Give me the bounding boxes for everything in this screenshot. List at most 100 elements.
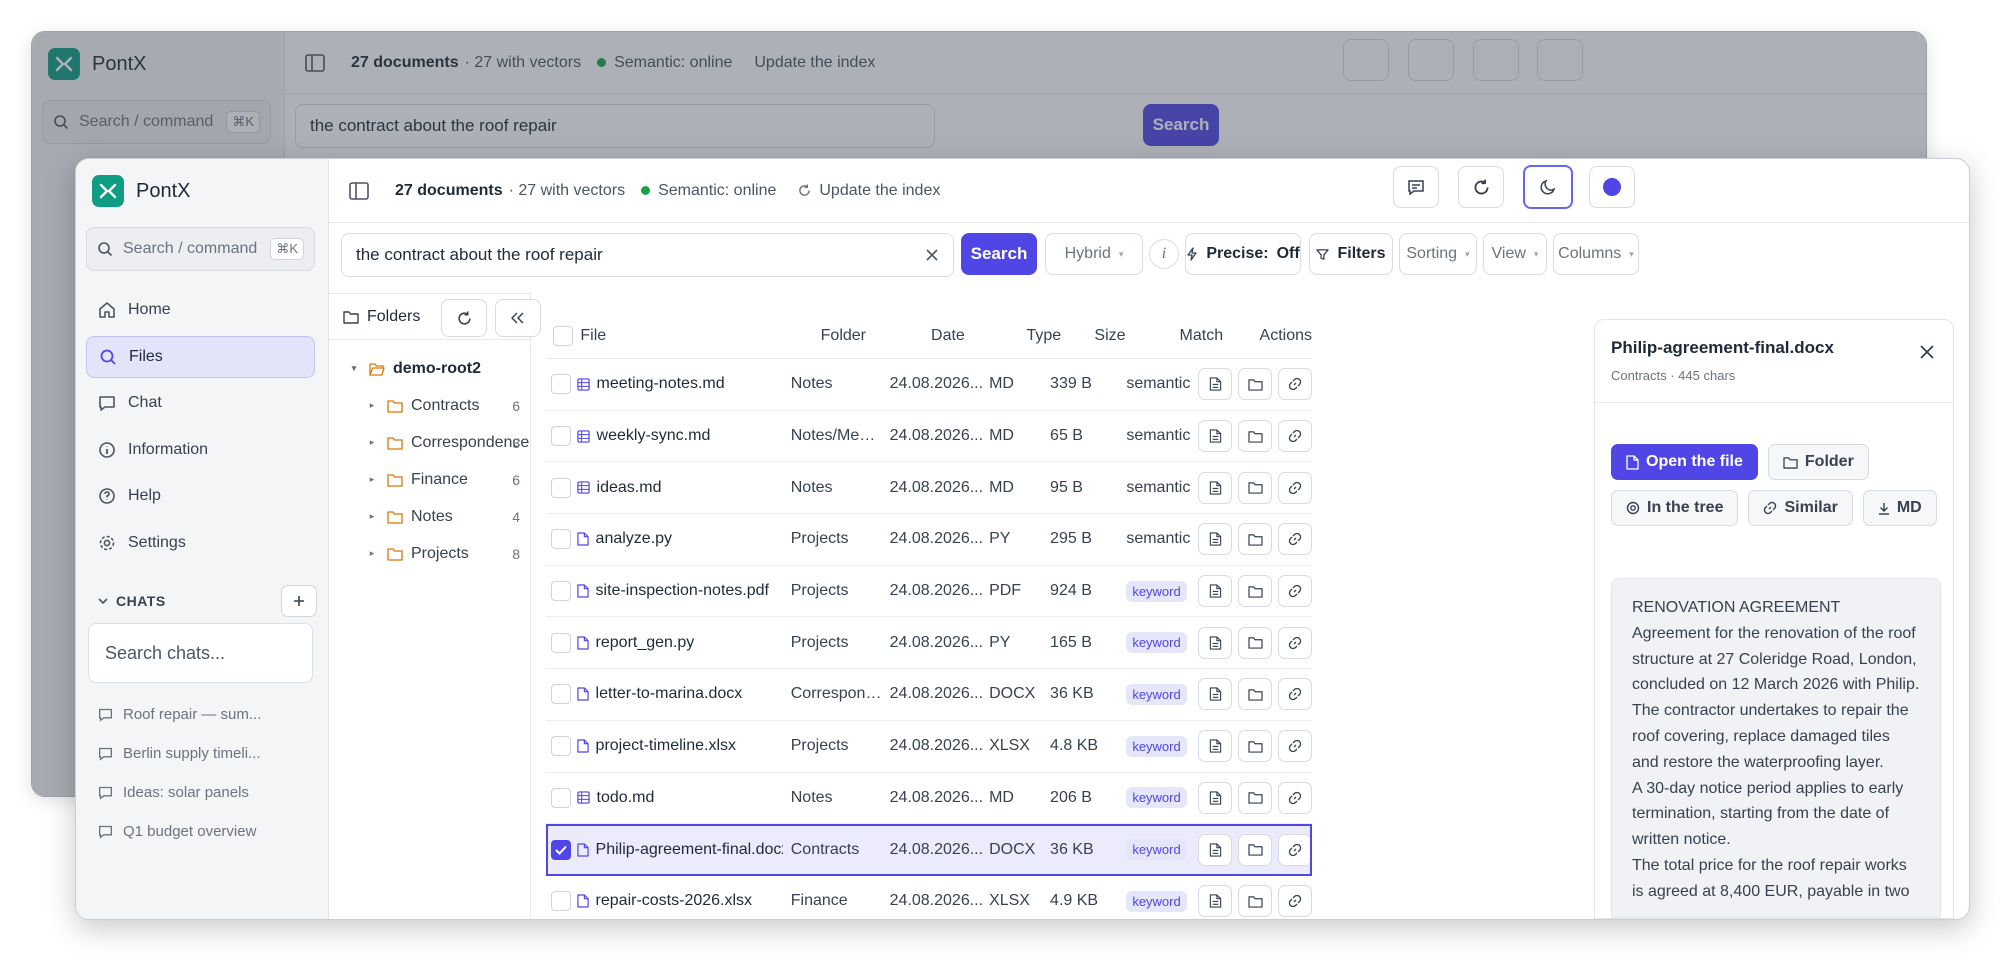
- nav-information[interactable]: Information: [86, 429, 315, 471]
- folders-refresh-button[interactable]: [441, 299, 487, 337]
- query-input[interactable]: the contract about the roof repair: [341, 233, 954, 277]
- open-action-button[interactable]: [1198, 575, 1232, 608]
- theme-button[interactable]: [1473, 39, 1519, 81]
- back-command-input[interactable]: Search / command ⌘K: [42, 100, 271, 144]
- file-name[interactable]: report_gen.py: [596, 634, 695, 652]
- file-name[interactable]: weekly-sync.md: [597, 427, 711, 445]
- refresh-button[interactable]: [1458, 166, 1504, 208]
- close-preview-button[interactable]: [1915, 340, 1939, 364]
- row-checkbox[interactable]: [551, 684, 572, 705]
- col-file[interactable]: File: [580, 327, 812, 345]
- table-row[interactable]: todo.md Notes 24.08.2026... MD 206 B keyword: [546, 773, 1312, 825]
- open-action-button[interactable]: [1198, 730, 1232, 763]
- row-checkbox[interactable]: [551, 839, 572, 860]
- tree-folder[interactable]: ▸ Correspondence 3: [329, 424, 530, 461]
- feedback-button[interactable]: [1343, 39, 1389, 81]
- nav-help[interactable]: Help: [86, 475, 315, 517]
- similar-action-button[interactable]: [1278, 471, 1312, 504]
- tree-folder[interactable]: ▸ Projects 8: [329, 535, 530, 572]
- folder-action-button[interactable]: [1238, 471, 1272, 504]
- table-row[interactable]: report_gen.py Projects 24.08.2026... PY 165 …: [546, 617, 1312, 670]
- row-checkbox[interactable]: [551, 736, 572, 757]
- filters-button[interactable]: Filters: [1309, 233, 1393, 275]
- folder-action-button[interactable]: [1238, 678, 1272, 711]
- table-row[interactable]: weekly-sync.md Notes/Meeti... 24.08.2026..…: [546, 411, 1312, 463]
- row-checkbox[interactable]: [551, 581, 572, 602]
- folder-action-button[interactable]: [1238, 885, 1272, 918]
- file-name[interactable]: project-timeline.xlsx: [596, 737, 736, 755]
- clear-icon[interactable]: [925, 248, 939, 262]
- file-name[interactable]: analyze.py: [596, 530, 673, 548]
- nav-settings[interactable]: Settings: [86, 522, 315, 564]
- search-button[interactable]: Search: [961, 233, 1037, 275]
- view-select[interactable]: View ▾: [1483, 233, 1547, 275]
- collapse-panel-button[interactable]: [495, 299, 541, 337]
- feedback-button[interactable]: [1393, 166, 1439, 208]
- folder-action-button[interactable]: [1238, 420, 1272, 453]
- table-row[interactable]: site-inspection-notes.pdf Projects 24.08.2…: [546, 566, 1312, 618]
- nav-chat[interactable]: Chat: [86, 382, 315, 424]
- command-input[interactable]: Search / command ⌘K: [86, 227, 315, 271]
- file-name[interactable]: letter-to-marina.docx: [596, 685, 743, 703]
- table-row[interactable]: letter-to-marina.docx Correspond... 24.08.…: [546, 669, 1312, 721]
- precise-toggle[interactable]: Precise: Off: [1185, 233, 1301, 275]
- table-row[interactable]: meeting-notes.md Notes 24.08.2026... MD 339 …: [546, 359, 1312, 411]
- show-in-tree-button[interactable]: In the tree: [1611, 490, 1739, 526]
- table-row[interactable]: Philip-agreement-final.docx Contracts 24.0…: [546, 824, 1312, 876]
- download-md-button[interactable]: MD: [1862, 490, 1937, 526]
- back-query-input[interactable]: the contract about the roof repair: [295, 104, 935, 148]
- open-action-button[interactable]: [1198, 781, 1232, 814]
- open-folder-button[interactable]: Folder: [1767, 444, 1869, 480]
- nav-files[interactable]: Files: [86, 335, 315, 378]
- info-button[interactable]: i: [1149, 239, 1179, 269]
- table-row[interactable]: ideas.md Notes 24.08.2026... MD 95 B semantic: [546, 462, 1312, 515]
- new-chat-button[interactable]: [281, 585, 317, 617]
- similar-action-button[interactable]: [1278, 885, 1312, 918]
- avatar-button[interactable]: [1589, 166, 1635, 208]
- theme-toggle-button[interactable]: [1523, 165, 1573, 209]
- similar-action-button[interactable]: [1278, 730, 1312, 763]
- open-action-button[interactable]: [1198, 885, 1232, 918]
- row-checkbox[interactable]: [551, 477, 572, 498]
- open-action-button[interactable]: [1198, 368, 1232, 401]
- mode-select[interactable]: Hybrid ▾: [1045, 233, 1143, 275]
- folder-action-button[interactable]: [1238, 368, 1272, 401]
- select-all-checkbox[interactable]: [553, 325, 574, 346]
- back-search-button[interactable]: Search: [1143, 104, 1219, 146]
- col-type[interactable]: Type: [1020, 327, 1088, 345]
- refresh-button[interactable]: [1408, 39, 1454, 81]
- chat-item[interactable]: Roof repair — sum...: [98, 695, 318, 734]
- similar-action-button[interactable]: [1278, 420, 1312, 453]
- open-action-button[interactable]: [1198, 833, 1232, 866]
- file-name[interactable]: ideas.md: [597, 479, 662, 497]
- col-folder[interactable]: Folder: [813, 327, 923, 345]
- col-date[interactable]: Date: [923, 327, 1020, 345]
- folder-action-button[interactable]: [1238, 523, 1272, 556]
- folder-action-button[interactable]: [1238, 575, 1272, 608]
- similar-action-button[interactable]: [1278, 781, 1312, 814]
- table-row[interactable]: repair-costs-2026.xlsx Finance 24.08.2026.…: [546, 876, 1312, 919]
- chat-item[interactable]: Ideas: solar panels: [98, 773, 318, 812]
- col-size[interactable]: Size: [1088, 327, 1173, 345]
- file-name[interactable]: site-inspection-notes.pdf: [596, 582, 769, 600]
- tree-root[interactable]: ▾ demo-root2: [329, 350, 530, 387]
- row-checkbox[interactable]: [551, 529, 572, 550]
- file-name[interactable]: todo.md: [597, 789, 655, 807]
- row-checkbox[interactable]: [551, 891, 572, 912]
- nav-home[interactable]: Home: [86, 289, 315, 331]
- similar-action-button[interactable]: [1278, 523, 1312, 556]
- col-match[interactable]: Match: [1174, 327, 1254, 345]
- similar-action-button[interactable]: [1278, 626, 1312, 659]
- table-row[interactable]: analyze.py Projects 24.08.2026... PY 295 B se…: [546, 514, 1312, 566]
- chat-item[interactable]: Q1 budget overview: [98, 812, 318, 851]
- similar-action-button[interactable]: [1278, 678, 1312, 711]
- avatar-button[interactable]: [1537, 39, 1583, 81]
- open-action-button[interactable]: [1198, 626, 1232, 659]
- update-index-link[interactable]: Update the index: [798, 182, 940, 200]
- similar-action-button[interactable]: [1278, 575, 1312, 608]
- tree-folder[interactable]: ▸ Notes 4: [329, 498, 530, 535]
- file-name[interactable]: meeting-notes.md: [597, 375, 725, 393]
- sorting-select[interactable]: Sorting ▾: [1399, 233, 1477, 275]
- row-checkbox[interactable]: [551, 426, 572, 447]
- open-action-button[interactable]: [1198, 523, 1232, 556]
